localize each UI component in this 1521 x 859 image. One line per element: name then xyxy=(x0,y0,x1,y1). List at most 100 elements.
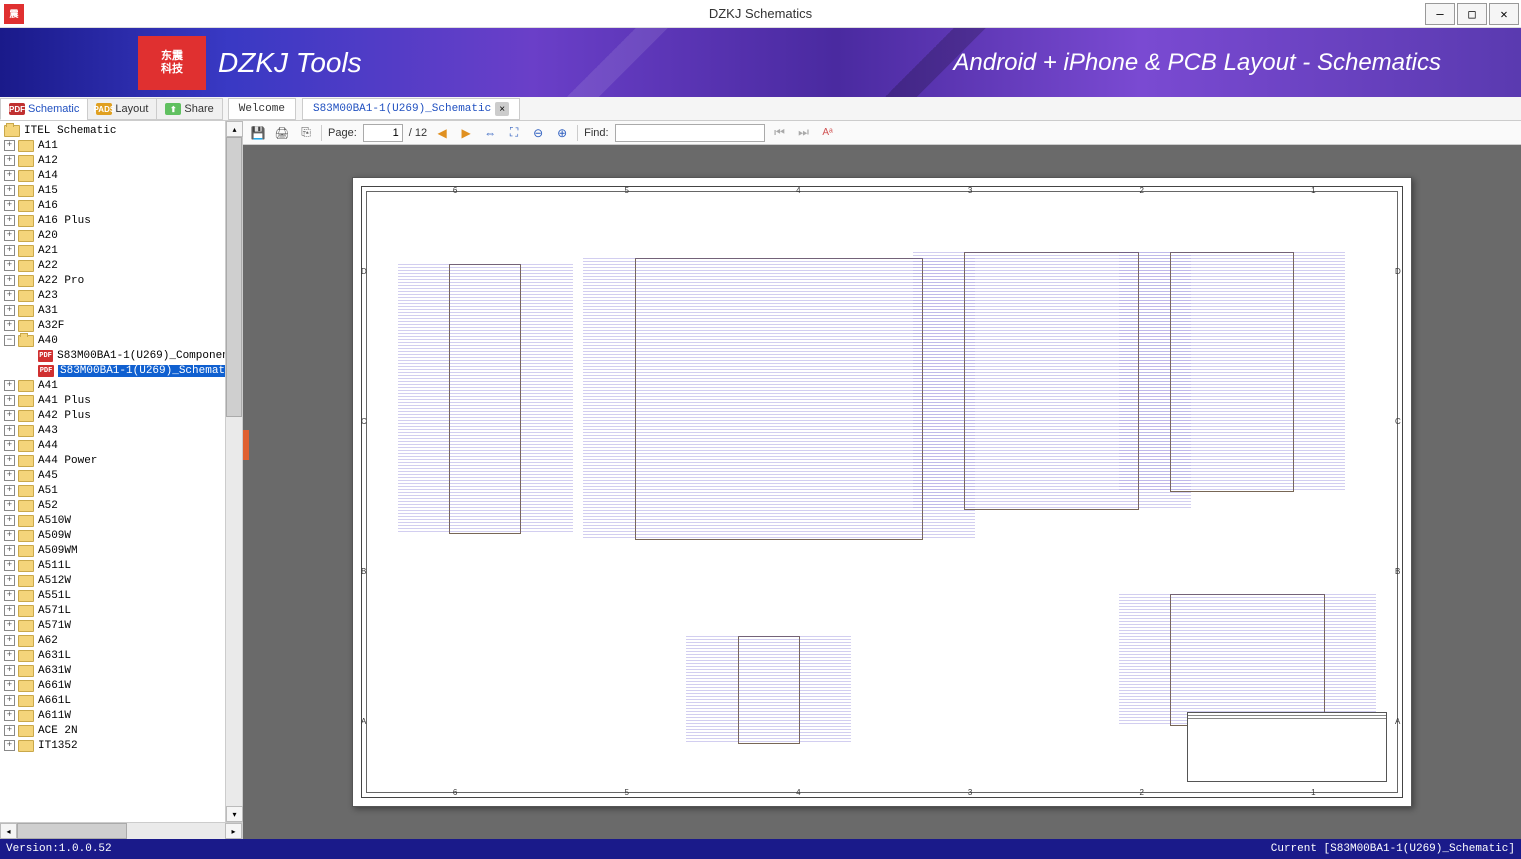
tree-folder[interactable]: +A62 xyxy=(0,633,242,648)
find-input[interactable] xyxy=(615,124,765,142)
fit-page-icon[interactable]: ⛶ xyxy=(505,124,523,142)
sidebar-vertical-scrollbar[interactable]: ▴ ▾ xyxy=(225,121,242,822)
splitter-handle[interactable] xyxy=(243,430,249,460)
tree-folder[interactable]: +A510W xyxy=(0,513,242,528)
find-prev-icon[interactable]: ⏮ xyxy=(771,124,789,142)
expander-icon[interactable]: + xyxy=(4,425,15,436)
expander-icon[interactable]: + xyxy=(4,185,15,196)
tree-folder[interactable]: +A511L xyxy=(0,558,242,573)
tree-folder[interactable]: +A661L xyxy=(0,693,242,708)
tree-folder[interactable]: +A51 xyxy=(0,483,242,498)
expander-icon[interactable]: + xyxy=(4,245,15,256)
expander-icon[interactable]: + xyxy=(4,155,15,166)
tree-folder[interactable]: +A631W xyxy=(0,663,242,678)
tree-folder[interactable]: +A16 xyxy=(0,198,242,213)
expander-icon[interactable]: + xyxy=(4,230,15,241)
expander-icon[interactable]: + xyxy=(4,275,15,286)
close-tab-icon[interactable]: × xyxy=(495,102,509,116)
expander-icon[interactable]: + xyxy=(4,605,15,616)
expander-icon[interactable]: + xyxy=(4,320,15,331)
doc-tab[interactable]: S83M00BA1-1(U269)_Schematic× xyxy=(302,98,520,120)
tree-folder[interactable]: +A42 Plus xyxy=(0,408,242,423)
expander-icon[interactable]: + xyxy=(4,470,15,481)
tree-folder[interactable]: +A41 Plus xyxy=(0,393,242,408)
fit-width-icon[interactable]: ⇔ xyxy=(481,124,499,142)
expander-icon[interactable]: + xyxy=(4,200,15,211)
copy-icon[interactable]: ⎘ xyxy=(297,124,315,142)
tree-folder[interactable]: +A14 xyxy=(0,168,242,183)
tree-folder[interactable]: +ACE 2N xyxy=(0,723,242,738)
expander-icon[interactable]: + xyxy=(4,635,15,646)
main-tab-share[interactable]: ⬆Share xyxy=(156,98,222,120)
tree-folder[interactable]: +A52 xyxy=(0,498,242,513)
expander-icon[interactable]: + xyxy=(4,680,15,691)
tree-folder[interactable]: +A509WM xyxy=(0,543,242,558)
expander-icon[interactable]: + xyxy=(4,725,15,736)
doc-tab[interactable]: Welcome xyxy=(228,98,296,120)
tree-folder[interactable]: +A661W xyxy=(0,678,242,693)
scroll-right-button[interactable]: ▸ xyxy=(225,823,242,839)
main-tab-schematic[interactable]: PDFSchematic xyxy=(0,98,88,120)
expander-icon[interactable]: − xyxy=(4,335,15,346)
tree-folder[interactable]: +A571L xyxy=(0,603,242,618)
tree-file[interactable]: PDFS83M00BA1-1(U269)_Components xyxy=(0,348,242,363)
expander-icon[interactable]: + xyxy=(4,260,15,271)
prev-page-icon[interactable]: ◀ xyxy=(433,124,451,142)
tree-folder[interactable]: +A44 xyxy=(0,438,242,453)
expander-icon[interactable]: + xyxy=(4,710,15,721)
tree-folder[interactable]: +A611W xyxy=(0,708,242,723)
expander-icon[interactable]: + xyxy=(4,575,15,586)
expander-icon[interactable]: + xyxy=(4,560,15,571)
expander-icon[interactable]: + xyxy=(4,590,15,601)
expander-icon[interactable]: + xyxy=(4,545,15,556)
expander-icon[interactable]: + xyxy=(4,665,15,676)
page-input[interactable] xyxy=(363,124,403,142)
maximize-button[interactable]: □ xyxy=(1457,3,1487,25)
expander-icon[interactable]: + xyxy=(4,455,15,466)
expander-icon[interactable]: + xyxy=(4,215,15,226)
expander-icon[interactable]: + xyxy=(4,695,15,706)
tree-folder[interactable]: +A15 xyxy=(0,183,242,198)
expander-icon[interactable]: + xyxy=(4,410,15,421)
scroll-up-button[interactable]: ▴ xyxy=(226,121,243,137)
expander-icon[interactable]: + xyxy=(4,500,15,511)
expander-icon[interactable]: + xyxy=(4,290,15,301)
scroll-thumb[interactable] xyxy=(226,137,242,417)
scroll-left-button[interactable]: ◂ xyxy=(0,823,17,839)
find-options-icon[interactable]: Aᵃ xyxy=(819,124,837,142)
tree-folder[interactable]: +A20 xyxy=(0,228,242,243)
expander-icon[interactable]: + xyxy=(4,170,15,181)
expander-icon[interactable]: + xyxy=(4,140,15,151)
tree-folder[interactable]: +IT1352 xyxy=(0,738,242,753)
tree-folder[interactable]: +A31 xyxy=(0,303,242,318)
tree-folder[interactable]: +A571W xyxy=(0,618,242,633)
expander-icon[interactable]: + xyxy=(4,740,15,751)
tree-folder[interactable]: +A41 xyxy=(0,378,242,393)
zoom-out-icon[interactable]: ⊖ xyxy=(529,124,547,142)
expander-icon[interactable]: + xyxy=(4,380,15,391)
viewer-canvas[interactable]: 665544332211DDCCBBAA</div><div data-name… xyxy=(243,145,1521,839)
tree-root[interactable]: ITEL Schematic xyxy=(0,123,242,138)
tree-folder[interactable]: +A509W xyxy=(0,528,242,543)
expander-icon[interactable]: + xyxy=(4,395,15,406)
tree-file[interactable]: PDFS83M00BA1-1(U269)_Schematic xyxy=(0,363,242,378)
expander-icon[interactable]: + xyxy=(4,650,15,661)
tree-folder[interactable]: +A43 xyxy=(0,423,242,438)
tree-folder[interactable]: +A512W xyxy=(0,573,242,588)
save-icon[interactable]: 💾 xyxy=(249,124,267,142)
main-tab-layout[interactable]: PADSLayout xyxy=(87,98,157,120)
tree-folder[interactable]: +A32F xyxy=(0,318,242,333)
tree-folder[interactable]: +A23 xyxy=(0,288,242,303)
scroll-down-button[interactable]: ▾ xyxy=(226,806,243,822)
expander-icon[interactable]: + xyxy=(4,515,15,526)
tree-folder[interactable]: +A631L xyxy=(0,648,242,663)
tree-folder[interactable]: +A22 xyxy=(0,258,242,273)
tree-folder[interactable]: +A11 xyxy=(0,138,242,153)
find-next-icon[interactable]: ⏭ xyxy=(795,124,813,142)
expander-icon[interactable]: + xyxy=(4,530,15,541)
tree-folder[interactable]: +A45 xyxy=(0,468,242,483)
tree-folder[interactable]: +A551L xyxy=(0,588,242,603)
tree[interactable]: ITEL Schematic+A11+A12+A14+A15+A16+A16 P… xyxy=(0,121,242,822)
minimize-button[interactable]: — xyxy=(1425,3,1455,25)
tree-folder[interactable]: +A21 xyxy=(0,243,242,258)
